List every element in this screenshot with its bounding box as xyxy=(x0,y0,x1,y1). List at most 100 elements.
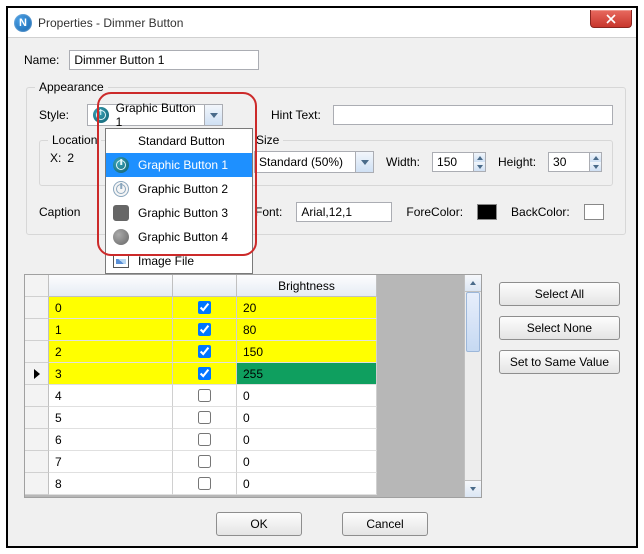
style-option[interactable]: Standard Button xyxy=(106,129,252,153)
close-icon xyxy=(606,14,616,24)
cell-brightness[interactable]: 255 xyxy=(237,363,377,385)
table-row[interactable]: 1 80 xyxy=(25,319,464,341)
table-row[interactable]: 80 xyxy=(25,473,464,495)
table-row[interactable]: 3 255 xyxy=(25,363,464,385)
table-row[interactable]: 2 150 xyxy=(25,341,464,363)
vertical-scrollbar[interactable] xyxy=(464,275,481,497)
cell-checkbox[interactable] xyxy=(173,407,237,429)
chevron-down-icon xyxy=(355,152,373,172)
backcolor-swatch[interactable] xyxy=(584,204,604,220)
style-option-label: Standard Button xyxy=(138,134,225,148)
cell-checkbox[interactable] xyxy=(173,451,237,473)
circle-icon xyxy=(112,228,130,246)
row-checkbox[interactable] xyxy=(198,477,211,490)
row-checkbox[interactable] xyxy=(198,301,211,314)
cell-brightness[interactable]: 150 xyxy=(237,341,377,363)
style-option[interactable]: Image File xyxy=(106,249,252,273)
row-header[interactable] xyxy=(25,407,49,429)
dialog-body: Name: Appearance Style: Graphic Button 1… xyxy=(8,38,636,546)
font-input[interactable] xyxy=(296,202,392,222)
table-row[interactable]: 40 xyxy=(25,385,464,407)
table-row[interactable]: 50 xyxy=(25,407,464,429)
cell-checkbox[interactable] xyxy=(173,473,237,495)
cell-checkbox[interactable] xyxy=(173,385,237,407)
spin-down[interactable] xyxy=(590,162,601,171)
row-header[interactable] xyxy=(25,385,49,407)
forecolor-label: ForeColor: xyxy=(406,205,463,219)
style-option[interactable]: Graphic Button 1 xyxy=(106,153,252,177)
spin-down[interactable] xyxy=(474,162,485,171)
select-none-button[interactable]: Select None xyxy=(499,316,620,340)
table-row[interactable]: 0 20 xyxy=(25,297,464,319)
cell-checkbox[interactable] xyxy=(173,297,237,319)
row-checkbox[interactable] xyxy=(198,411,211,424)
spin-up[interactable] xyxy=(474,153,485,162)
cell-checkbox[interactable] xyxy=(173,319,237,341)
cell-brightness[interactable]: 20 xyxy=(237,297,377,319)
table-row[interactable]: 60 xyxy=(25,429,464,451)
row-checkbox[interactable] xyxy=(198,345,211,358)
cell-index[interactable]: 3 xyxy=(49,363,173,385)
table-row[interactable]: 70 xyxy=(25,451,464,473)
size-combo[interactable]: Standard (50%) xyxy=(254,151,374,173)
cell-index[interactable]: 8 xyxy=(49,473,173,495)
style-option-label: Graphic Button 4 xyxy=(138,230,228,244)
row-checkbox[interactable] xyxy=(198,367,211,380)
cell-index[interactable]: 4 xyxy=(49,385,173,407)
height-input[interactable] xyxy=(548,152,602,172)
row-header[interactable] xyxy=(25,429,49,451)
cell-brightness[interactable]: 80 xyxy=(237,319,377,341)
style-option[interactable]: Graphic Button 2 xyxy=(106,177,252,201)
appearance-group: Appearance Style: Graphic Button 1 Hint … xyxy=(26,80,626,235)
font-label: Font: xyxy=(255,205,282,219)
cell-checkbox[interactable] xyxy=(173,363,237,385)
cell-index[interactable]: 7 xyxy=(49,451,173,473)
style-option[interactable]: Graphic Button 4 xyxy=(106,225,252,249)
width-input[interactable] xyxy=(432,152,486,172)
spin-up[interactable] xyxy=(590,153,601,162)
scroll-up-button[interactable] xyxy=(465,275,481,292)
cell-brightness[interactable]: 0 xyxy=(237,429,377,451)
cancel-button[interactable]: Cancel xyxy=(342,512,428,536)
cell-index[interactable]: 0 xyxy=(49,297,173,319)
row-checkbox[interactable] xyxy=(198,389,211,402)
scroll-thumb[interactable] xyxy=(466,292,480,352)
cell-checkbox[interactable] xyxy=(173,429,237,451)
row-header[interactable] xyxy=(25,363,49,385)
brightness-grid[interactable]: Brightness020180215032554050607080 xyxy=(24,274,482,498)
cell-brightness[interactable]: 0 xyxy=(237,407,377,429)
row-header[interactable] xyxy=(25,341,49,363)
cell-index[interactable]: 6 xyxy=(49,429,173,451)
style-option[interactable]: Graphic Button 3 xyxy=(106,201,252,225)
cell-checkbox[interactable] xyxy=(173,341,237,363)
row-header[interactable] xyxy=(25,297,49,319)
select-all-button[interactable]: Select All xyxy=(499,282,620,306)
ok-button[interactable]: OK xyxy=(216,512,302,536)
style-option-label: Graphic Button 2 xyxy=(138,182,228,196)
row-header[interactable] xyxy=(25,319,49,341)
scroll-down-button[interactable] xyxy=(465,480,481,497)
set-same-value-button[interactable]: Set to Same Value xyxy=(499,350,620,374)
row-checkbox[interactable] xyxy=(198,323,211,336)
cell-brightness[interactable]: 0 xyxy=(237,473,377,495)
style-combo[interactable]: Graphic Button 1 xyxy=(87,104,223,126)
hint-label: Hint Text: xyxy=(271,108,321,122)
row-header[interactable] xyxy=(25,451,49,473)
cell-brightness[interactable]: 0 xyxy=(237,385,377,407)
column-header[interactable]: Brightness xyxy=(237,275,377,297)
name-input[interactable] xyxy=(69,50,259,70)
row-header[interactable] xyxy=(25,473,49,495)
column-header[interactable] xyxy=(49,275,173,297)
titlebar: N Properties - Dimmer Button xyxy=(8,8,636,38)
row-checkbox[interactable] xyxy=(198,455,211,468)
backcolor-label: BackColor: xyxy=(511,205,570,219)
column-header[interactable] xyxy=(173,275,237,297)
cell-index[interactable]: 2 xyxy=(49,341,173,363)
cell-brightness[interactable]: 0 xyxy=(237,451,377,473)
window-close-button[interactable] xyxy=(590,10,632,28)
cell-index[interactable]: 1 xyxy=(49,319,173,341)
hint-input[interactable] xyxy=(333,105,613,125)
cell-index[interactable]: 5 xyxy=(49,407,173,429)
forecolor-swatch[interactable] xyxy=(477,204,497,220)
row-checkbox[interactable] xyxy=(198,433,211,446)
